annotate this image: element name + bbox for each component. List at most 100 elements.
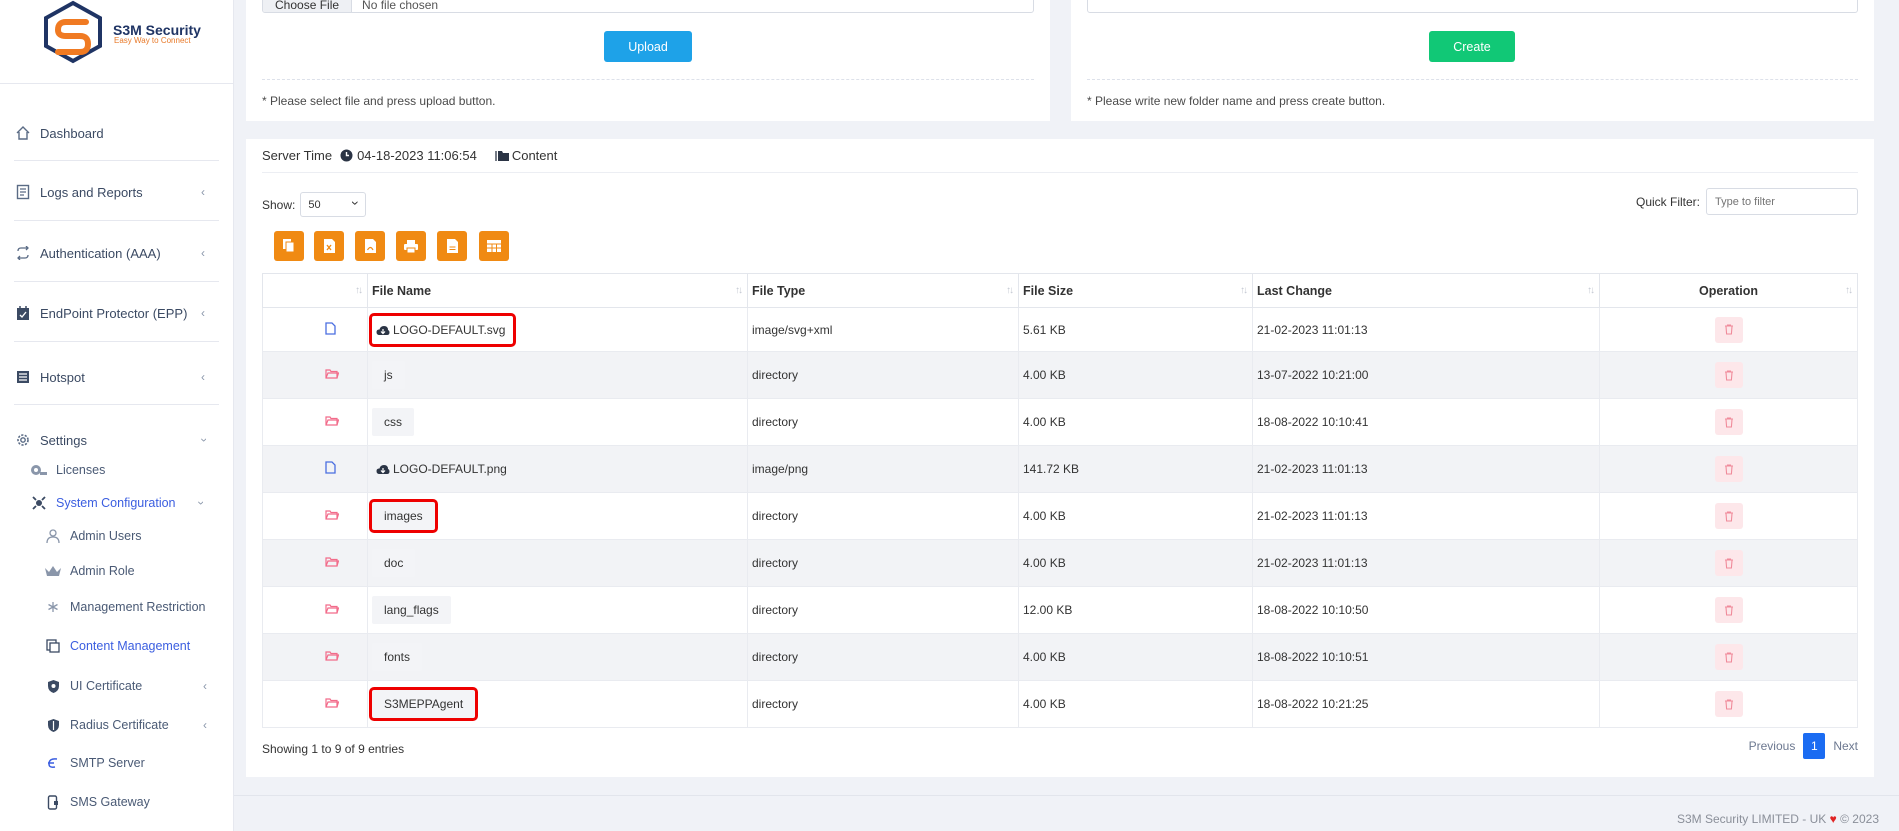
file-type-cell: directory <box>747 586 1019 634</box>
table-row[interactable]: LOGO-DEFAULT.svg image/svg+xml 5.61 KB 21-0… <box>262 307 1858 352</box>
chevron-left-icon: ‹ <box>201 185 205 199</box>
delete-button[interactable] <box>1714 456 1743 482</box>
sidebar-item-admin-role[interactable]: Admin Role <box>44 560 135 582</box>
print-export-button[interactable] <box>396 231 426 261</box>
delete-button[interactable] <box>1714 362 1743 388</box>
sidebar-item-management-restriction[interactable]: Management Restriction <box>44 596 205 618</box>
column-header-operation[interactable]: Operation ↑↓ <box>1599 273 1858 308</box>
table-row[interactable]: lang_flags directory 12.00 KB 18-08-2022 10… <box>262 586 1858 634</box>
delete-button[interactable] <box>1714 503 1743 529</box>
sidebar-item-radius-certificate[interactable]: Radius Certificate ‹ <box>44 714 207 736</box>
excel-export-button[interactable] <box>314 231 344 261</box>
column-header-file-type[interactable]: File Type ↑↓ <box>747 273 1019 308</box>
delete-button[interactable] <box>1714 597 1743 623</box>
delete-button[interactable] <box>1714 644 1743 670</box>
sidebar-item-label: Authentication (AAA) <box>40 245 161 261</box>
sidebar-divider <box>0 83 234 84</box>
table-row[interactable]: images directory 4.00 KB 21-02-2023 11:01:1… <box>262 492 1858 540</box>
folder-icon <box>325 369 340 379</box>
sidebar-item-system-configuration[interactable]: System Configuration ‹ <box>30 492 207 514</box>
delete-button[interactable] <box>1714 409 1743 435</box>
column-header-last-change[interactable]: Last Change ↑↓ <box>1252 273 1600 308</box>
sidebar-item-sms-gateway[interactable]: SMS Gateway <box>44 791 150 813</box>
column-header-file-size[interactable]: File Size ↑↓ <box>1018 273 1253 308</box>
brand-logo[interactable]: S3M Security Easy Way to Connect <box>40 0 201 74</box>
choose-file-button[interactable]: Choose File <box>263 0 353 12</box>
quick-filter-input[interactable] <box>1706 188 1858 215</box>
csv-export-button[interactable] <box>437 231 467 261</box>
sidebar-item-label: Dashboard <box>40 125 104 141</box>
file-name-link[interactable]: doc <box>372 549 416 577</box>
sidebar-item-hotspot[interactable]: Hotspot ‹ <box>14 365 219 389</box>
folder-icon <box>325 651 340 661</box>
sidebar-item-licenses[interactable]: Licenses <box>30 459 105 481</box>
sidebar-item-label: SMS Gateway <box>70 795 150 809</box>
file-name-link[interactable]: images <box>369 499 438 533</box>
table-row[interactable]: css directory 4.00 KB 18-08-2022 10:10:41 <box>262 398 1858 446</box>
previous-page-button[interactable]: Previous <box>1749 739 1796 753</box>
cloud-download-icon[interactable] <box>376 464 390 475</box>
file-name-link[interactable]: LOGO-DEFAULT.png <box>372 455 515 483</box>
operation-cell <box>1599 633 1858 681</box>
file-name-link[interactable]: css <box>372 408 414 436</box>
sidebar-item-label: UI Certificate <box>70 679 143 693</box>
folder-name-input[interactable] <box>1087 0 1858 13</box>
phone-icon <box>44 794 62 810</box>
create-folder-card: Create * Please write new folder name an… <box>1071 0 1874 121</box>
delete-button[interactable] <box>1714 316 1743 343</box>
pdf-export-button[interactable] <box>355 231 385 261</box>
trash-icon <box>1724 557 1733 569</box>
table-row[interactable]: LOGO-DEFAULT.png image/png 141.72 KB 21-02-… <box>262 445 1858 493</box>
file-size-cell: 4.00 KB <box>1018 633 1253 681</box>
file-name-link[interactable]: S3MEPPAgent <box>368 687 479 721</box>
sort-icon: ↑↓ <box>1240 285 1248 296</box>
file-size-cell: 12.00 KB <box>1018 586 1253 634</box>
columns-toggle-button[interactable] <box>479 231 509 261</box>
sidebar-item-dashboard[interactable]: Dashboard <box>14 121 219 145</box>
next-page-button[interactable]: Next <box>1833 739 1858 753</box>
sidebar-item-authentication[interactable]: Authentication (AAA) ‹ <box>14 241 219 265</box>
last-change-cell: 21-02-2023 11:01:13 <box>1252 307 1600 352</box>
table-row[interactable]: fonts directory 4.00 KB 18-08-2022 10:10:51 <box>262 633 1858 681</box>
footer-divider <box>234 795 1899 796</box>
sidebar-item-logs-and-reports[interactable]: Logs and Reports ‹ <box>14 180 219 204</box>
sort-icon: ↑↓ <box>1006 285 1014 296</box>
upload-button[interactable]: Upload <box>604 31 692 62</box>
upload-card: Choose File No file chosen Upload * Plea… <box>246 0 1050 121</box>
file-name-link[interactable]: lang_flags <box>372 596 451 624</box>
copy-export-button[interactable] <box>274 231 304 261</box>
upload-note: * Please select file and press upload bu… <box>262 94 496 108</box>
sidebar-item-endpoint-protector[interactable]: EndPoint Protector (EPP) ‹ <box>14 301 219 325</box>
file-name-link[interactable]: LOGO-DEFAULT.svg <box>368 312 517 347</box>
folder-icon <box>325 604 340 614</box>
sidebar-item-ui-certificate[interactable]: UI Certificate ‹ <box>44 675 207 697</box>
sidebar-item-admin-users[interactable]: Admin Users <box>44 525 142 547</box>
chevron-left-icon: ‹ <box>201 370 205 384</box>
create-button[interactable]: Create <box>1429 31 1515 62</box>
footer-year: © 2023 <box>1840 812 1879 826</box>
file-name-link[interactable]: js <box>372 361 405 389</box>
table-row[interactable]: doc directory 4.00 KB 21-02-2023 11:01:13 <box>262 539 1858 587</box>
sidebar-item-content-management[interactable]: Content Management <box>44 635 190 657</box>
file-type-cell: directory <box>747 351 1019 399</box>
column-header-icon[interactable]: ↑↓ <box>262 273 368 308</box>
delete-button[interactable] <box>1714 691 1743 717</box>
folder-open-icon <box>495 150 511 162</box>
sidebar-item-label: Hotspot <box>40 369 85 385</box>
table-row[interactable]: S3MEPPAgent directory 4.00 KB 18-08-2022 10… <box>262 680 1858 728</box>
column-header-file-name[interactable]: File Name ↑↓ <box>367 273 748 308</box>
sidebar-item-smtp-server[interactable]: SMTP Server <box>44 752 145 774</box>
table-row[interactable]: js directory 4.00 KB 13-07-2022 10:21:00 <box>262 351 1858 399</box>
file-input[interactable]: Choose File No file chosen <box>262 0 1034 13</box>
delete-button[interactable] <box>1714 550 1743 576</box>
columns-icon <box>487 240 501 252</box>
type-icon-cell <box>262 586 368 634</box>
page-length-select[interactable]: 50 ‹ <box>300 192 367 217</box>
trash-icon <box>1724 416 1733 428</box>
file-name-link[interactable]: fonts <box>372 643 423 671</box>
breadcrumb-path[interactable]: Content <box>512 148 558 163</box>
sidebar-item-settings[interactable]: Settings ‹ <box>14 428 219 452</box>
page-1-button[interactable]: 1 <box>1803 733 1826 759</box>
operation-cell <box>1599 445 1858 493</box>
cloud-download-icon[interactable] <box>376 325 390 336</box>
